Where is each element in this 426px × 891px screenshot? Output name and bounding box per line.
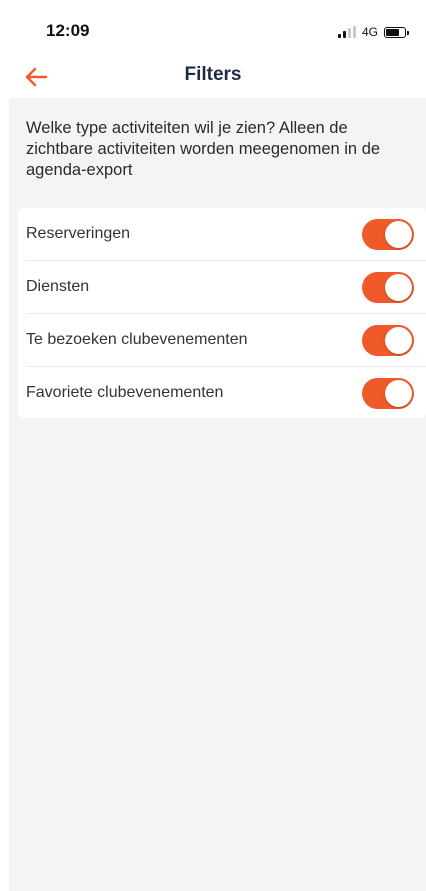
- filter-label: Diensten: [26, 278, 90, 295]
- toggle-knob: [385, 274, 412, 301]
- filter-toggle-te-bezoeken[interactable]: [362, 325, 414, 356]
- filters-card: Reserveringen Diensten Te bezoeken clube…: [18, 208, 426, 418]
- status-bar: 12:09 4G: [0, 0, 426, 60]
- battery-icon: [384, 26, 409, 38]
- filter-toggle-diensten[interactable]: [362, 272, 414, 303]
- nav-bar: Filters: [0, 60, 426, 98]
- filter-toggle-favoriete[interactable]: [362, 378, 414, 409]
- toggle-knob: [385, 380, 412, 407]
- filters-content: Welke type activiteiten wil je zien? All…: [9, 98, 426, 891]
- filter-label: Reserveringen: [26, 225, 131, 242]
- toggle-knob: [385, 221, 412, 248]
- filter-row: Favoriete clubevenementen: [26, 367, 426, 419]
- network-type: 4G: [361, 25, 378, 39]
- filter-row: Te bezoeken clubevenementen: [26, 314, 426, 366]
- status-indicators: 4G: [337, 24, 409, 40]
- filter-label: Te bezoeken clubevenementen: [26, 331, 248, 348]
- filter-label: Favoriete clubevenementen: [26, 384, 224, 401]
- intro-text: Welke type activiteiten wil je zien? All…: [26, 119, 381, 179]
- filter-row: Reserveringen: [26, 208, 426, 260]
- filter-row: Diensten: [26, 261, 426, 313]
- page-title: Filters: [184, 64, 242, 85]
- status-time: 12:09: [46, 21, 90, 40]
- signal-icon: [337, 26, 356, 38]
- filter-toggle-reserveringen[interactable]: [362, 219, 414, 250]
- toggle-knob: [385, 327, 412, 354]
